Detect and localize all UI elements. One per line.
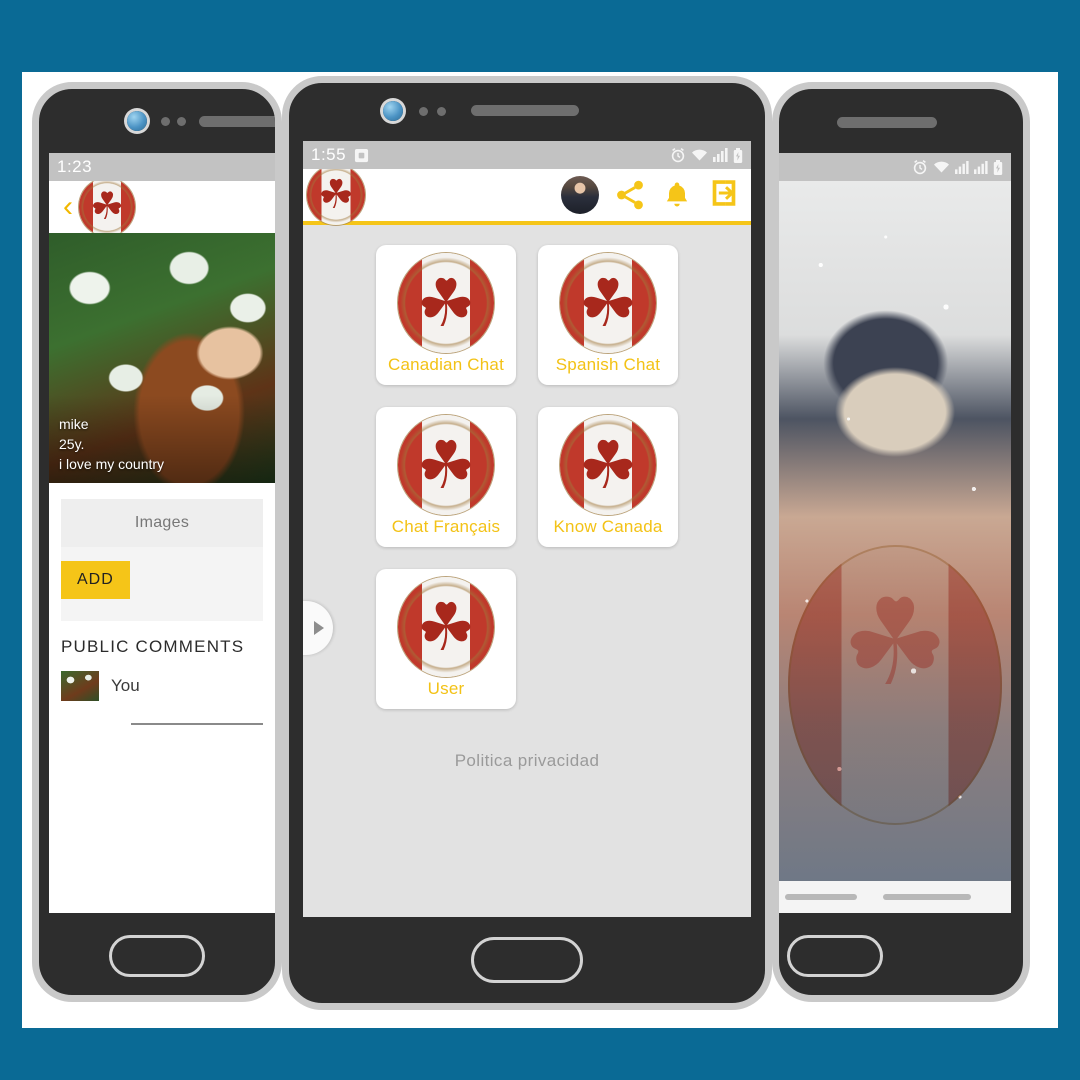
earpiece-speaker (199, 116, 275, 127)
maple-leaf-icon: ☘ (578, 428, 638, 502)
tile-user[interactable]: ☘ User (376, 569, 516, 709)
earpiece-speaker (471, 105, 579, 116)
maple-leaf-icon: ☘ (318, 173, 354, 217)
tile-canadian-chat[interactable]: ☘ Canadian Chat (376, 245, 516, 385)
maple-leaf-icon: ☘ (416, 428, 476, 502)
sensor-dot-icon (161, 117, 170, 126)
back-icon[interactable]: ‹ (57, 192, 79, 222)
right-statusbar (779, 153, 1011, 181)
maple-leaf-icon: ☘ (416, 590, 476, 664)
comment-input-underline[interactable] (131, 723, 263, 725)
center-app-body: ☘ Canadian Chat ☘ Spanish Chat ☘ Chat Fr… (303, 229, 751, 917)
left-appbar: ‹ ☘ (49, 181, 275, 236)
canada-flag-logo: ☘ (560, 415, 656, 515)
public-comments-section: PUBLIC COMMENTS You (49, 621, 275, 725)
tile-label: Know Canada (553, 517, 663, 536)
left-phone-screen: 1:23 ‹ ☘ mike 25y. i love my country Ima… (49, 153, 275, 913)
home-button[interactable] (787, 935, 883, 977)
signal-icon (713, 148, 728, 162)
alarm-icon (912, 159, 928, 175)
bottom-bar-segment (785, 894, 857, 900)
right-phone-screen: ☘ (779, 153, 1011, 913)
maple-leaf-icon: ☘ (578, 266, 638, 340)
maple-leaf-icon: ☘ (89, 186, 125, 228)
phone-right: ☘ (772, 82, 1030, 1002)
wifi-icon (933, 160, 950, 174)
home-button[interactable] (471, 937, 583, 983)
signal2-icon (974, 160, 988, 174)
battery-icon (993, 159, 1003, 175)
canada-flag-logo[interactable]: ☘ (307, 169, 365, 225)
tile-spanish-chat[interactable]: ☘ Spanish Chat (538, 245, 678, 385)
tab-images[interactable]: Images (61, 499, 263, 547)
center-statusbar: 1:55 (303, 141, 751, 169)
tab-images-label: Images (134, 514, 190, 531)
status-clock: 1:55 (311, 145, 347, 164)
front-camera-icon (383, 101, 403, 121)
bottom-bar-segment (883, 894, 971, 900)
tile-know-canada[interactable]: ☘ Know Canada (538, 407, 678, 547)
canada-flag-logo: ☘ (398, 415, 494, 515)
tile-chat-francais[interactable]: ☘ Chat Français (376, 407, 516, 547)
fullscreen-photo[interactable]: ☘ (779, 181, 1011, 881)
canada-flag-logo: ☘ (398, 253, 494, 353)
home-button[interactable] (109, 935, 205, 977)
appbar-actions (561, 176, 745, 215)
screenshot-icon (354, 148, 369, 163)
menu-grid: ☘ Canadian Chat ☘ Spanish Chat ☘ Chat Fr… (303, 239, 751, 709)
phone-center: 1:55 ☘ ☘ Canadian Chat ☘ Spanish Chat ☘ … (282, 76, 772, 1010)
center-phone-screen: 1:55 ☘ ☘ Canadian Chat ☘ Spanish Chat ☘ … (303, 141, 751, 917)
wifi-icon (691, 148, 708, 162)
comment-author: You (111, 676, 140, 695)
canada-flag-logo[interactable]: ☘ (79, 181, 135, 236)
canada-flag-logo: ☘ (398, 577, 494, 677)
maple-leaf-icon: ☘ (841, 576, 949, 710)
phone-left: 1:23 ‹ ☘ mike 25y. i love my country Ima… (32, 82, 282, 1002)
logout-icon[interactable] (707, 176, 741, 215)
sensor-dot-icon (419, 107, 428, 116)
bell-icon[interactable] (661, 178, 693, 212)
front-camera-icon (127, 111, 147, 131)
signal-icon (955, 160, 969, 174)
chevron-right-icon (313, 621, 324, 635)
tile-label: Canadian Chat (387, 355, 504, 374)
comment-row: You (61, 671, 263, 701)
earpiece-speaker (837, 117, 937, 128)
profile-avatar[interactable] (561, 176, 599, 214)
sensor-dot-icon (177, 117, 186, 126)
alarm-icon (670, 147, 686, 163)
sensor-dot-icon (437, 107, 446, 116)
status-clock: 1:23 (57, 157, 93, 176)
profile-meta: mike 25y. i love my country (59, 415, 164, 475)
left-statusbar: 1:23 (49, 153, 275, 181)
center-appbar: ☘ (303, 169, 751, 225)
privacy-policy-link[interactable]: Politica privacidad (303, 751, 751, 771)
right-bottom-bar (779, 881, 1011, 913)
comment-avatar (61, 671, 99, 701)
profile-name: mike (59, 416, 89, 433)
add-button[interactable]: ADD (61, 561, 130, 599)
add-image-zone: ADD (61, 547, 263, 621)
canada-flag-logo: ☘ (560, 253, 656, 353)
profile-bio: i love my country (59, 456, 165, 473)
tile-label: Chat Français (391, 517, 501, 536)
share-icon[interactable] (613, 178, 647, 212)
tile-label: User (427, 679, 465, 698)
battery-icon (733, 147, 743, 163)
public-comments-title: PUBLIC COMMENTS (61, 637, 245, 656)
profile-hero-photo: mike 25y. i love my country (49, 233, 275, 483)
maple-leaf-icon: ☘ (416, 266, 476, 340)
profile-age: 25y. (59, 436, 85, 453)
tile-label: Spanish Chat (555, 355, 661, 374)
